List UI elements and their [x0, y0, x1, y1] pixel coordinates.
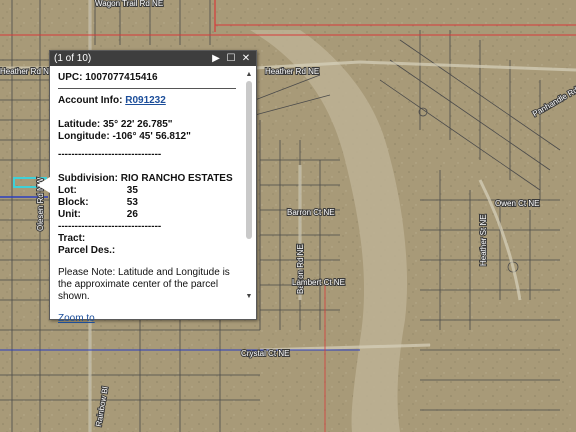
subdivision-label: Subdivision: [58, 173, 118, 184]
upc-value: 1007077415416 [85, 72, 158, 83]
account-link[interactable]: R091232 [125, 95, 166, 106]
lot-value: 35 [126, 185, 138, 196]
street-label-heather-rd: Heather Rd NE [265, 67, 319, 76]
block-value: 53 [126, 197, 138, 208]
block-row: Block: 53 [58, 197, 236, 209]
unit-value: 26 [126, 209, 138, 220]
divider-line [58, 88, 236, 89]
popup-body: UPC: 1007077415416 Account Info: R091232… [50, 66, 256, 324]
popup-scrollbar[interactable]: ▲ ▼ [245, 71, 253, 301]
next-icon[interactable]: ▶ [210, 53, 222, 65]
account-row: Account Info: R091232 [58, 95, 236, 107]
popup-pointer [37, 177, 50, 193]
popup-count: (1 of 10) [54, 53, 92, 64]
zoom-to-link[interactable]: Zoom to [58, 313, 236, 325]
street-label-top: Wagon Trail Rd NE [95, 0, 163, 8]
latitude-row: Latitude: 35° 22' 26.785" [58, 119, 236, 131]
latitude-value: 35° 22' 26.785" [103, 119, 173, 130]
popup-header: (1 of 10) ▶ ☐ ✕ [50, 51, 256, 66]
upc-label: UPC: [58, 72, 83, 83]
account-label: Account Info: [58, 95, 123, 106]
text-divider-2: ------------------------------- [58, 221, 162, 232]
subdivision-value: RIO RANCHO ESTATES [120, 173, 233, 184]
longitude-label: Longitude: [58, 131, 110, 142]
scroll-down-arrow-icon[interactable]: ▼ [245, 293, 253, 301]
parcel-info-popup: (1 of 10) ▶ ☐ ✕ UPC: 1007077415416 Accou… [37, 50, 257, 324]
maximize-icon[interactable]: ☐ [225, 53, 237, 65]
street-label-lambert-ct: Lambert Ct NE [292, 278, 345, 287]
latitude-label: Latitude: [58, 119, 101, 130]
block-label: Block: [58, 197, 89, 208]
lot-label: Lot: [58, 185, 77, 196]
scroll-thumb[interactable] [246, 81, 252, 239]
street-label-owen-ct: Owen Ct NE [495, 199, 539, 208]
unit-label: Unit: [58, 209, 81, 220]
longitude-row: Longitude: -106° 45' 56.812" [58, 131, 236, 143]
scroll-up-arrow-icon[interactable]: ▲ [245, 71, 253, 79]
subdivision-row: Subdivision: RIO RANCHO ESTATES [58, 173, 236, 185]
text-divider: ------------------------------- [58, 149, 162, 160]
street-label-crystal-ct: Crystal Ct NE [241, 349, 289, 358]
street-label-barron-ct: Barron Ct NE [287, 208, 335, 217]
unit-row: Unit: 26 [58, 209, 236, 221]
upc-row: UPC: 1007077415416 [58, 72, 236, 84]
tract-label: Tract: [58, 233, 86, 244]
street-label-heather-st: Heather St NE [479, 214, 488, 266]
note-text: Please Note: Latitude and Longitude is t… [58, 267, 230, 302]
longitude-value: -106° 45' 56.812" [112, 131, 191, 142]
lot-row: Lot: 35 [58, 185, 236, 197]
close-icon[interactable]: ✕ [240, 53, 252, 65]
parcel-des-label: Parcel Des.: [58, 245, 116, 256]
